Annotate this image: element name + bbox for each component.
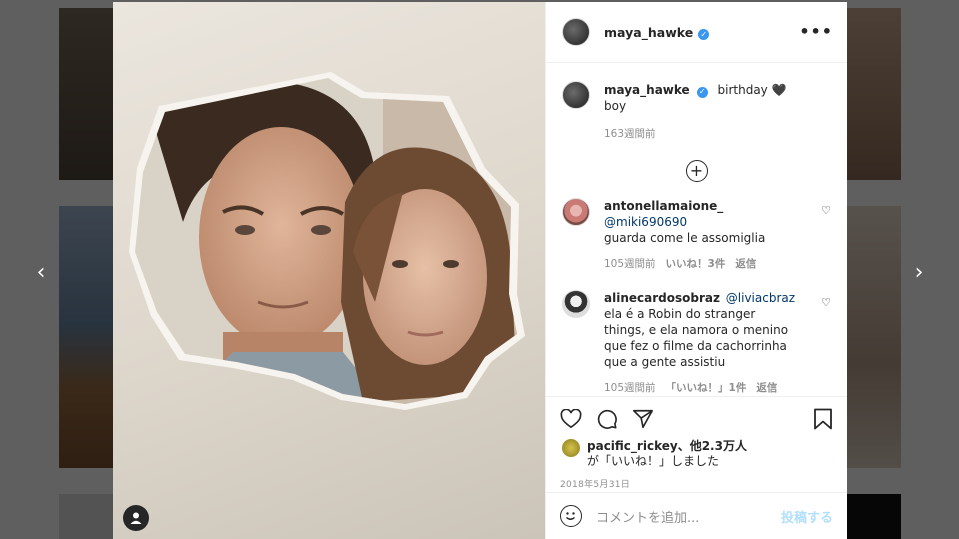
author-avatar[interactable] — [562, 18, 590, 47]
like-heart-icon[interactable] — [560, 409, 582, 429]
post-header: maya_hawke ✓ ••• — [546, 2, 847, 64]
comment-likes-count[interactable]: いいね！3件 — [666, 256, 726, 272]
comment-timestamp[interactable]: 105週間前 — [604, 380, 656, 396]
like-comment-heart-icon[interactable]: ♡ — [821, 204, 831, 217]
comment-text: ela é a Robin do stranger things, e ela … — [604, 307, 789, 370]
caption: maya_hawke ✓ birthday 🖤 boy 163週間前 — [562, 81, 831, 142]
post-date[interactable]: 2018年5月31日 — [560, 477, 833, 490]
liker-username[interactable]: pacific_rickey — [587, 439, 678, 453]
comment-text: guarda come le assomiglia — [604, 231, 766, 246]
comment-item: alinecardosobraz @liviacbraz ela é a Rob… — [562, 290, 831, 396]
more-options-icon[interactable]: ••• — [799, 24, 833, 40]
commenter-username[interactable]: antonellamaione_ — [604, 199, 723, 213]
caption-author-avatar[interactable] — [562, 81, 590, 110]
commenter-avatar[interactable] — [562, 290, 590, 319]
caption-timestamp[interactable]: 163週間前 — [604, 126, 656, 142]
verified-badge-icon: ✓ — [698, 28, 710, 40]
comments-section: maya_hawke ✓ birthday 🖤 boy 163週間前 + anto… — [546, 63, 847, 396]
add-comment-bar: コメントを追加... 投稿する — [546, 492, 847, 539]
post-actions: pacific_rickey、他2.3万人 が「いいね！」しました 2018年5… — [546, 396, 847, 492]
like-comment-heart-icon[interactable]: ♡ — [821, 296, 831, 309]
comment-mention[interactable]: @liviacbraz — [726, 291, 795, 305]
load-more-comments-button[interactable]: + — [562, 160, 831, 183]
likes-summary: pacific_rickey、他2.3万人 が「いいね！」しました — [560, 439, 833, 469]
likes-suffix: が「いいね！」しました — [587, 454, 720, 469]
emoji-smile-icon[interactable] — [560, 505, 582, 528]
previous-post-icon[interactable]: ‹ — [30, 259, 52, 285]
author-username[interactable]: maya_hawke ✓ — [604, 25, 710, 40]
commenter-avatar[interactable] — [562, 198, 590, 227]
post-modal: maya_hawke ✓ ••• maya_hawke ✓ birthday 🖤 b… — [113, 2, 847, 539]
comment-timestamp[interactable]: 105週間前 — [604, 256, 656, 272]
user-tag-icon[interactable] — [123, 505, 149, 531]
likes-count[interactable]: 、他2.3万人 — [678, 439, 747, 453]
caption-username[interactable]: maya_hawke — [604, 83, 690, 97]
reply-button[interactable]: 返信 — [756, 380, 777, 396]
comment-mention[interactable]: @miki690690 — [604, 215, 687, 229]
next-post-icon[interactable]: › — [908, 259, 930, 285]
commenter-username[interactable]: alinecardosobraz — [604, 291, 720, 305]
reply-button[interactable]: 返信 — [735, 256, 756, 272]
comment-bubble-icon[interactable] — [596, 408, 618, 430]
photo-cutout-image — [129, 72, 525, 410]
comment-input[interactable]: コメントを追加... — [596, 507, 781, 526]
plus-circle-icon: + — [685, 160, 708, 183]
post-photo[interactable] — [113, 2, 545, 539]
liker-avatar[interactable] — [562, 439, 580, 458]
post-comment-button[interactable]: 投稿する — [781, 507, 833, 526]
comment-likes-count[interactable]: 「いいね！」1件 — [666, 380, 747, 396]
comment-item: antonellamaione_ @miki690690 guarda come… — [562, 198, 831, 272]
verified-badge-icon: ✓ — [696, 86, 708, 98]
save-bookmark-icon[interactable] — [813, 408, 833, 430]
post-side-panel: maya_hawke ✓ ••• maya_hawke ✓ birthday 🖤 b… — [545, 2, 847, 539]
share-direct-icon[interactable] — [632, 408, 654, 430]
